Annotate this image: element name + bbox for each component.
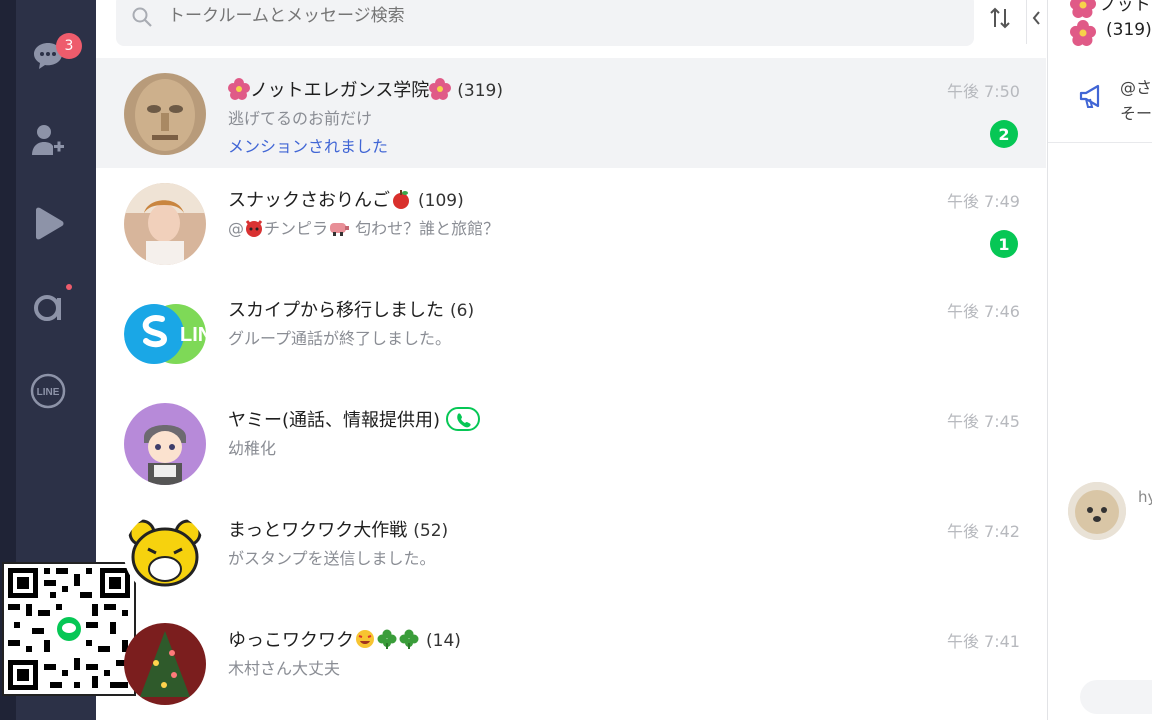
hibiscus-icon — [228, 77, 250, 105]
chat-list-item[interactable]: ゆっこワクワク (14) 木村さん大丈夫 午後 7:41 — [96, 608, 1046, 718]
openchat-icon[interactable] — [30, 289, 66, 325]
room-member-count: (319) — [1106, 20, 1152, 40]
timestamp: 午後 7:46 — [946, 302, 1020, 321]
chat-list-item[interactable]: LIN スカイプから移行しました (6) グループ通話が終了しました。 午後 7:… — [96, 278, 1046, 388]
chat-title: ノットエレガンス学院 (319) — [228, 76, 503, 105]
mentioned-user: チンピラ — [264, 219, 329, 238]
collapse-panel-button[interactable] — [1026, 0, 1047, 44]
add-friend-icon[interactable] — [30, 122, 66, 158]
megaphone-icon[interactable] — [1078, 82, 1106, 114]
chat-name: ヤミー(通話、情報提供用) — [228, 410, 441, 431]
avatar — [124, 183, 206, 265]
chat-list: ノットエレガンス学院 (319) 逃げてるのお前だけ メンションされました 午後 … — [96, 58, 1046, 720]
unread-badge: 1 — [990, 230, 1018, 258]
last-message: 木村さん大丈夫 — [228, 659, 341, 678]
clover-icon — [376, 628, 398, 655]
hibiscus-icon — [1070, 20, 1096, 50]
timestamp: 午後 7:49 — [946, 192, 1020, 211]
chat-title: まっとワクワク大作戦 (52) — [228, 516, 448, 542]
mention-notice: メンションされました — [228, 137, 389, 156]
member-count: (6) — [450, 301, 475, 321]
smiley-icon — [354, 628, 376, 655]
chat-name: スカイプから移行しました — [228, 300, 444, 321]
openchat-notification-dot — [66, 284, 72, 290]
last-message: グループ通話が終了しました。 — [228, 329, 452, 348]
chat-name: スナックさおりんご — [228, 190, 390, 211]
devil-icon — [244, 218, 264, 242]
room-title: ノットエ — [1100, 0, 1152, 15]
chat-title: ヤミー(通話、情報提供用) — [228, 406, 480, 436]
play-icon[interactable] — [30, 206, 66, 242]
chat-title: スカイプから移行しました (6) — [228, 296, 474, 322]
message-sender-name: hy — [1138, 488, 1152, 506]
line-icon-label: LINE — [37, 387, 60, 398]
timestamp: 午後 7:41 — [946, 632, 1020, 651]
last-message: 逃げてるのお前だけ — [228, 109, 373, 128]
clover-icon — [398, 628, 420, 655]
last-message-text: 匂わせ？誰と旅館？ — [355, 219, 500, 238]
chat-title: ゆっこワクワク (14) — [228, 626, 461, 655]
unread-badge: 2 — [990, 120, 1018, 148]
skype-avatar-text: LIN — [180, 324, 206, 346]
sort-icon[interactable] — [988, 6, 1012, 30]
chat-title: スナックさおりんご (109) — [228, 186, 464, 215]
chat-name: ノットエレガンス学院 — [250, 80, 430, 101]
last-message: @ チンピラ 匂わせ？誰と旅館？ — [228, 215, 499, 242]
last-message: がスタンプを送信しました。 — [228, 549, 436, 568]
avatar — [124, 513, 206, 595]
announcement-text[interactable]: @さ — [1120, 74, 1152, 98]
timestamp: 午後 7:50 — [946, 82, 1020, 101]
member-count: (319) — [457, 81, 503, 101]
mention-at: @ — [228, 219, 244, 238]
timestamp: 午後 7:42 — [946, 522, 1020, 541]
chat-list-item[interactable]: ノットエレガンス学院 (319) 逃げてるのお前だけ メンションされました 午後 … — [96, 58, 1046, 168]
avatar — [124, 73, 206, 155]
search-icon — [131, 6, 153, 32]
hibiscus-icon — [429, 77, 452, 105]
pig-icon — [328, 219, 350, 241]
apple-icon — [390, 188, 412, 215]
chat-room-panel: ノットエ (319) @さ そー hy — [1047, 0, 1152, 720]
message-input[interactable] — [1080, 680, 1152, 714]
avatar: LIN — [124, 293, 206, 375]
announcement-text[interactable]: そー — [1120, 100, 1152, 124]
phone-call-icon — [445, 406, 480, 436]
chat-list-item[interactable]: まっとワクワク大作戦 (52) がスタンプを送信しました。 午後 7:42 — [96, 498, 1046, 608]
avatar — [124, 623, 206, 705]
member-count: (109) — [418, 191, 464, 211]
member-count: (14) — [426, 631, 461, 651]
avatar — [124, 403, 206, 485]
chat-name: まっとワクワク大作戦 — [228, 520, 408, 541]
search-input[interactable] — [168, 6, 668, 26]
chats-notification-badge: 3 — [56, 33, 82, 59]
chat-room-header: ノットエ (319) @さ そー — [1048, 0, 1152, 143]
avatar[interactable] — [1068, 482, 1126, 540]
chat-name: ゆっこワクワク — [228, 630, 354, 651]
chat-list-item[interactable]: ヤミー(通話、情報提供用) 幼稚化 午後 7:45 — [96, 388, 1046, 498]
last-message: 幼稚化 — [228, 439, 277, 458]
chat-list-item[interactable]: スナックさおりんご (109) @ チンピラ 匂わせ？誰と旅館？ 午後 7:49 1 — [96, 168, 1046, 278]
line-icon[interactable]: LINE — [30, 373, 66, 409]
hibiscus-icon — [1070, 0, 1096, 22]
member-count: (52) — [413, 521, 449, 541]
timestamp: 午後 7:45 — [946, 412, 1020, 431]
